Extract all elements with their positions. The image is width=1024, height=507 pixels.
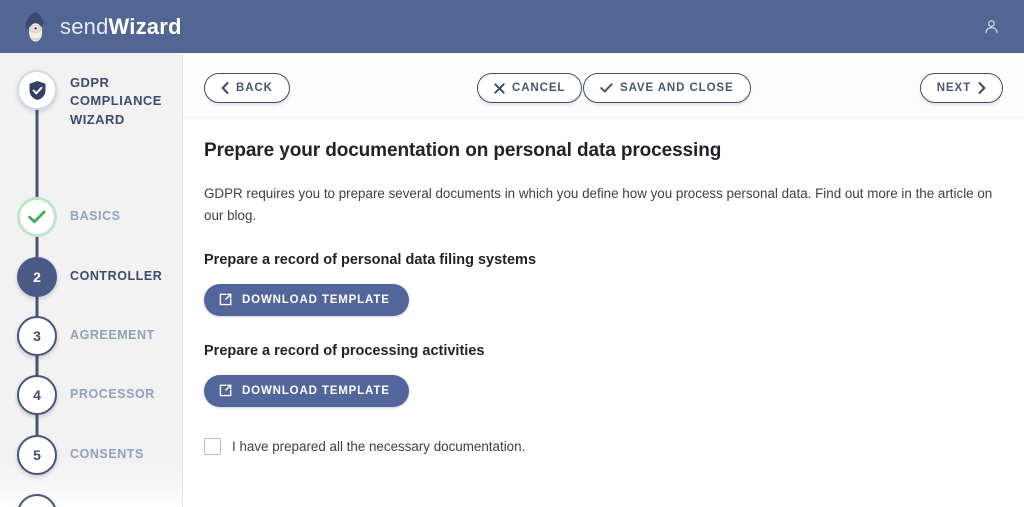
page-title: Prepare your documentation on personal d… [204,140,722,161]
next-button[interactable]: NEXT [919,73,1003,103]
chevron-left-icon [221,82,229,94]
step-number-4: 4 [17,375,57,415]
step-number-5: 5 [17,435,57,475]
content-area: Prepare your documentation on personal d… [183,118,1024,506]
step-number-6: 6 [17,494,57,507]
user-icon[interactable] [976,12,1006,42]
next-label: NEXT [936,82,971,94]
sidebar-item-settings[interactable]: 6 SETTINGS [0,494,182,507]
chevron-right-icon [978,82,986,94]
sidebar-item-basics[interactable]: BASICS [0,197,182,237]
brand-logo[interactable]: sendWizard [21,10,182,44]
wizard-hat-icon [21,10,51,44]
documentation-prepared-label: I have prepared all the necessary docume… [232,438,526,454]
section-heading-processing-activities: Prepare a record of processing activitie… [204,342,485,359]
documentation-prepared-checkbox[interactable] [204,437,221,455]
intro-paragraph: GDPR requires you to prepare several doc… [204,186,993,223]
step-number-3: 3 [17,316,57,356]
section-heading-filing-systems: Prepare a record of personal data filing… [204,251,537,268]
sidebar-item-gdpr-wizard[interactable]: GDPR COMPLIANCE WIZARD [0,70,182,127]
download-template-button-processing-activities[interactable]: DOWNLOAD TEMPLATE [204,374,409,407]
shield-check-icon [17,70,57,110]
wizard-toolbar: BACK CANCEL SAVE AND CLOSE NEXT [183,53,1024,118]
sidebar-item-label: CONTROLLER [70,269,163,284]
sidebar-item-processor[interactable]: 4 PROCESSOR [0,375,182,415]
download-template-button-filing-systems[interactable]: DOWNLOAD TEMPLATE [204,283,409,316]
brand-name: sendWizard [60,14,182,40]
save-and-close-label: SAVE AND CLOSE [620,82,734,94]
sidebar-item-label: PROCESSOR [70,387,155,402]
wizard-sidebar: GDPR COMPLIANCE WIZARD BASICS 2 CONTROLL… [0,53,183,507]
back-button[interactable]: BACK [204,73,290,103]
back-label: BACK [236,82,273,94]
brand-prefix: send [60,13,109,39]
documentation-confirm-row: I have prepared all the necessary docume… [204,437,1000,455]
check-icon [17,197,57,237]
sidebar-item-controller[interactable]: 2 CONTROLLER [0,257,182,297]
brand-suffix: Wizard [108,13,182,39]
sidebar-item-label: GDPR COMPLIANCE WIZARD [70,75,162,127]
app-header: sendWizard [0,0,1024,53]
step-number-2: 2 [17,257,57,297]
main-panel: BACK CANCEL SAVE AND CLOSE NEXT Prepare … [183,53,1024,507]
sidebar-item-label: BASICS [70,209,121,224]
cancel-button[interactable]: CANCEL [477,73,583,103]
download-template-label: DOWNLOAD TEMPLATE [242,293,390,306]
download-template-label: DOWNLOAD TEMPLATE [242,384,390,397]
check-icon [600,83,613,93]
external-link-icon [219,384,232,397]
external-link-icon [219,293,232,306]
sidebar-item-consents[interactable]: 5 CONSENTS [0,435,182,475]
cancel-label: CANCEL [512,82,566,94]
sidebar-item-label: CONSENTS [70,447,144,462]
sidebar-item-label: AGREEMENT [70,328,155,343]
sidebar-item-agreement[interactable]: 3 AGREEMENT [0,316,182,356]
save-and-close-button[interactable]: SAVE AND CLOSE [583,73,751,103]
close-icon [494,82,505,94]
